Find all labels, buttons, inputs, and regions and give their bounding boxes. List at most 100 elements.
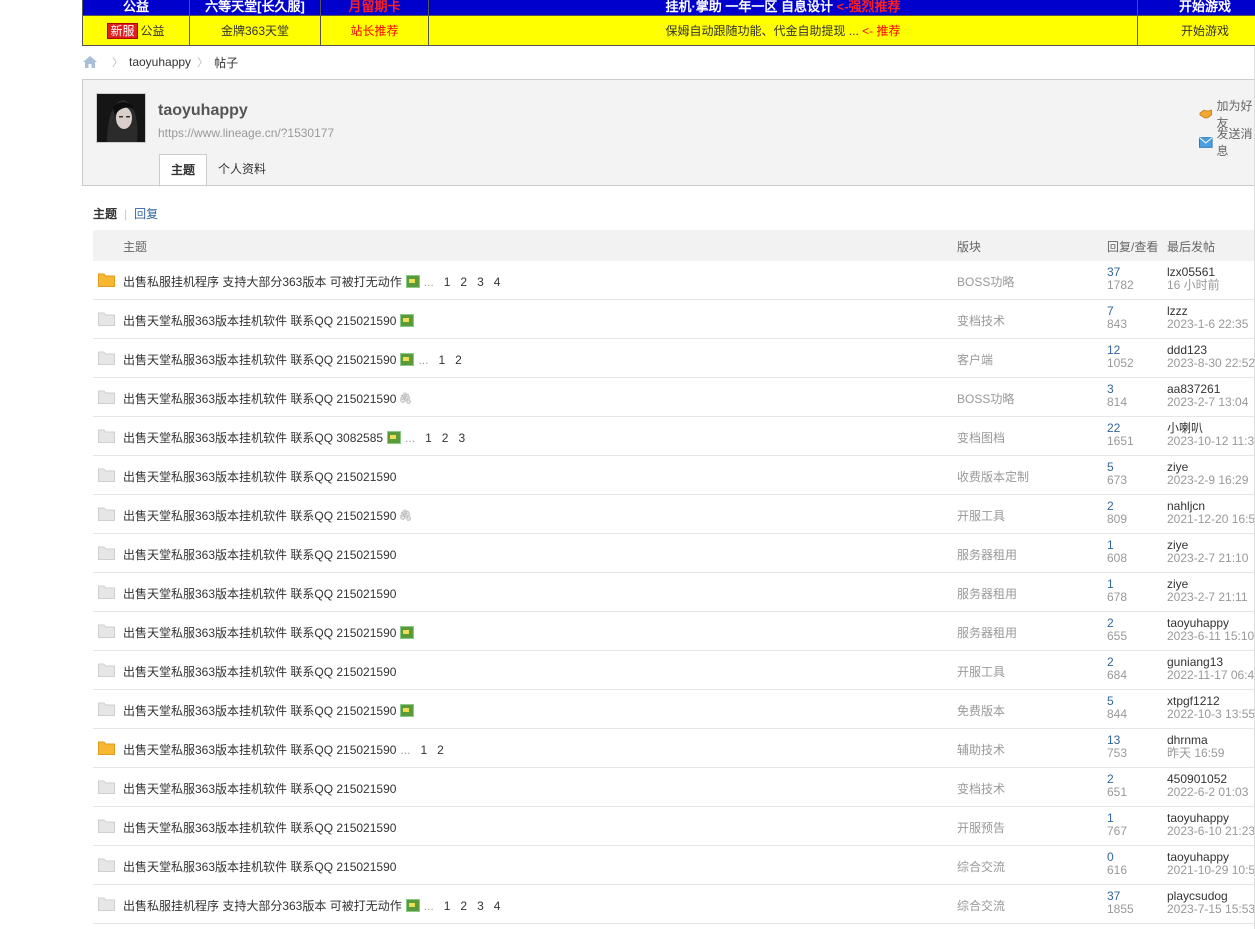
thread-title-link[interactable]: 出售天堂私服363版本挂机软件 联系QQ 215021590 bbox=[123, 858, 396, 875]
thread-title-link[interactable]: 出售天堂私服363版本挂机软件 联系QQ 215021590 bbox=[123, 663, 396, 680]
breadcrumb-user-link[interactable]: taoyuhappy bbox=[129, 55, 191, 69]
last-post-time[interactable]: 2023-7-15 15:53 bbox=[1167, 903, 1255, 916]
forum-link[interactable]: 服务器租用 bbox=[957, 546, 1017, 563]
last-post-time[interactable]: 2023-2-9 16:29 bbox=[1167, 474, 1248, 487]
last-post-time[interactable]: 2021-12-20 16:5 bbox=[1167, 513, 1255, 526]
ad-cell[interactable]: 月留期卡 bbox=[320, 0, 429, 16]
last-post-time[interactable]: 昨天 16:59 bbox=[1167, 747, 1224, 760]
forum-link[interactable]: 开服工具 bbox=[957, 663, 1005, 680]
last-post-time[interactable]: 2023-6-10 21:23 bbox=[1167, 825, 1255, 838]
profile-username[interactable]: taoyuhappy bbox=[158, 102, 248, 120]
forum-link[interactable]: 开服预告 bbox=[957, 819, 1005, 836]
last-post-time[interactable]: 2022-11-17 06:4 bbox=[1167, 669, 1254, 682]
forum-link[interactable]: 变档图档 bbox=[957, 429, 1005, 446]
ad-cell-highlight: <- 推荐 bbox=[862, 24, 901, 38]
thread-title-link[interactable]: 出售私服挂机程序 支持大部分363版本 可被打无动作 bbox=[123, 897, 402, 914]
forum-link[interactable]: 客户端 bbox=[957, 351, 993, 368]
thread-page-link[interactable]: 2 bbox=[442, 431, 449, 445]
thread-page-link[interactable]: 2 bbox=[455, 353, 462, 367]
ad-cell[interactable]: 新服 公益 bbox=[82, 15, 190, 46]
thread-title-link[interactable]: 出售天堂私服363版本挂机软件 联系QQ 215021590 bbox=[123, 624, 396, 641]
subtab-threads[interactable]: 主题 bbox=[93, 207, 117, 221]
tab-threads[interactable]: 主题 bbox=[159, 154, 208, 187]
ad-cell[interactable]: 开始游戏 bbox=[1137, 15, 1255, 46]
ad-cell[interactable]: 站长推荐 bbox=[320, 15, 429, 46]
forum-link[interactable]: 收费版本定制 bbox=[957, 468, 1029, 485]
ad-cell[interactable]: 六等天堂[长久服] bbox=[189, 0, 321, 16]
thread-page-link[interactable]: 3 bbox=[458, 431, 465, 445]
thread-title-link[interactable]: 出售天堂私服363版本挂机软件 联系QQ 215021590 bbox=[123, 585, 396, 602]
last-post-time[interactable]: 2023-2-7 13:04 bbox=[1167, 396, 1248, 409]
last-post-time[interactable]: 2023-6-11 15:10 bbox=[1167, 630, 1254, 643]
profile-url[interactable]: https://www.lineage.cn/?1530177 bbox=[158, 126, 334, 140]
forum-link[interactable]: 综合交流 bbox=[957, 858, 1005, 875]
thread-title-link[interactable]: 出售天堂私服363版本挂机软件 联系QQ 215021590 bbox=[123, 312, 396, 329]
forum-link[interactable]: 开服工具 bbox=[957, 507, 1005, 524]
thread-title-cell: 出售天堂私服363版本挂机软件 联系QQ 215021590 bbox=[123, 468, 396, 485]
thread-title-link[interactable]: 出售天堂私服363版本挂机软件 联系QQ 3082585 bbox=[123, 429, 383, 446]
thread-page-link[interactable]: 4 bbox=[494, 275, 501, 289]
forum-link[interactable]: 辅助技术 bbox=[957, 741, 1005, 758]
last-post: ziye 2023-2-9 16:29 bbox=[1167, 461, 1248, 487]
forum-link[interactable]: 免费版本 bbox=[957, 702, 1005, 719]
thread-title-link[interactable]: 出售天堂私服363版本挂机软件 联系QQ 215021590 bbox=[123, 702, 396, 719]
thread-title-link[interactable]: 出售天堂私服363版本挂机软件 联系QQ 215021590 bbox=[123, 390, 396, 407]
forum-link[interactable]: 综合交流 bbox=[957, 897, 1005, 914]
ad-cell[interactable]: 挂机·掌助 一年一区 自息设计 <-强烈推荐 bbox=[428, 0, 1138, 16]
thread-page-link[interactable]: 4 bbox=[494, 899, 501, 913]
thread-title-link[interactable]: 出售私服挂机程序 支持大部分363版本 可被打无动作 bbox=[123, 273, 402, 290]
forum-link[interactable]: 服务器租用 bbox=[957, 624, 1017, 641]
last-post: aa837261 2023-2-7 13:04 bbox=[1167, 383, 1248, 409]
ad-cell[interactable]: 公益 bbox=[82, 0, 190, 16]
thread-page-link[interactable]: 1 bbox=[444, 899, 451, 913]
thread-page-link[interactable]: 1 bbox=[425, 431, 432, 445]
thread-title-link[interactable]: 出售天堂私服363版本挂机软件 联系QQ 215021590 bbox=[123, 546, 396, 563]
view-count: 814 bbox=[1107, 395, 1128, 409]
thread-title-link[interactable]: 出售天堂私服363版本挂机软件 联系QQ 215021590 bbox=[123, 468, 396, 485]
header-forum: 版块 bbox=[957, 240, 982, 254]
last-post-time[interactable]: 2022-6-2 01:03 bbox=[1167, 786, 1248, 799]
thread-page-link[interactable]: 2 bbox=[460, 899, 467, 913]
forum-link[interactable]: BOSS功略 bbox=[957, 390, 1014, 407]
send-message-button[interactable]: 发送消息 bbox=[1199, 125, 1255, 159]
forum-link[interactable]: 变档技术 bbox=[957, 780, 1005, 797]
thread-page-link[interactable]: 1 bbox=[420, 743, 427, 757]
forum-link[interactable]: 服务器租用 bbox=[957, 585, 1017, 602]
thread-title-cell: 出售天堂私服363版本挂机软件 联系QQ 215021590 bbox=[123, 702, 415, 719]
thread-title-link[interactable]: 出售天堂私服363版本挂机软件 联系QQ 215021590 bbox=[123, 507, 396, 524]
document-icon bbox=[98, 351, 115, 365]
last-post-time[interactable]: 2023-10-12 11:3 bbox=[1167, 435, 1254, 448]
thread-page-link[interactable]: 1 bbox=[438, 353, 445, 367]
tab-profile[interactable]: 个人资料 bbox=[207, 154, 277, 186]
last-post-time[interactable]: 16 小时前 bbox=[1167, 279, 1220, 292]
thread-page-link[interactable]: 2 bbox=[460, 275, 467, 289]
last-post-time[interactable]: 2023-8-30 22:52 bbox=[1167, 357, 1255, 370]
forum-link[interactable]: BOSS功略 bbox=[957, 273, 1014, 290]
ad-cell[interactable]: 金牌363天堂 bbox=[189, 15, 321, 46]
thread-page-link[interactable]: 1 bbox=[444, 275, 451, 289]
hot-folder-icon bbox=[98, 273, 115, 287]
thread-title-link[interactable]: 出售天堂私服363版本挂机软件 联系QQ 215021590 bbox=[123, 741, 396, 758]
table-row: 出售天堂私服363版本挂机软件 联系QQ 215021590 🖇 BOSS功略 3 81… bbox=[93, 378, 1255, 417]
thread-title-link[interactable]: 出售天堂私服363版本挂机软件 联系QQ 215021590 bbox=[123, 351, 396, 368]
thread-title-link[interactable]: 出售天堂私服363版本挂机软件 联系QQ 215021590 bbox=[123, 780, 396, 797]
last-post-time[interactable]: 2023-2-7 21:11 bbox=[1167, 591, 1248, 604]
thread-title-link[interactable]: 出售天堂私服363版本挂机软件 联系QQ 215021590 bbox=[123, 819, 396, 836]
thread-page-link[interactable]: 3 bbox=[477, 899, 484, 913]
forum-link[interactable]: 变档技术 bbox=[957, 312, 1005, 329]
home-icon[interactable] bbox=[82, 55, 98, 69]
last-post-time[interactable]: 2021-10-29 10:5 bbox=[1167, 864, 1255, 877]
last-post-time[interactable]: 2023-2-7 21:10 bbox=[1167, 552, 1248, 565]
thread-page-link[interactable]: 3 bbox=[477, 275, 484, 289]
ad-cell[interactable]: 保姆自动跟随功能、代金自助提现 ... <- 推荐 bbox=[428, 15, 1138, 46]
table-row: 出售天堂私服363版本挂机软件 联系QQ 215021590 服务器租用 2 655 t… bbox=[93, 612, 1255, 651]
ad-cell[interactable]: 开始游戏 bbox=[1137, 0, 1255, 16]
thread-title-cell: 出售天堂私服363版本挂机软件 联系QQ 215021590 bbox=[123, 624, 415, 641]
last-post-time[interactable]: 2022-10-3 13:55 bbox=[1167, 708, 1255, 721]
last-post-time[interactable]: 2023-1-6 22:35 bbox=[1167, 318, 1248, 331]
subtab-replies[interactable]: 回复 bbox=[134, 207, 158, 221]
avatar[interactable] bbox=[96, 93, 146, 143]
thread-page-link[interactable]: 2 bbox=[437, 743, 444, 757]
ad-cell-highlight: 站长推荐 bbox=[350, 24, 399, 38]
handshake-icon bbox=[1199, 109, 1212, 119]
